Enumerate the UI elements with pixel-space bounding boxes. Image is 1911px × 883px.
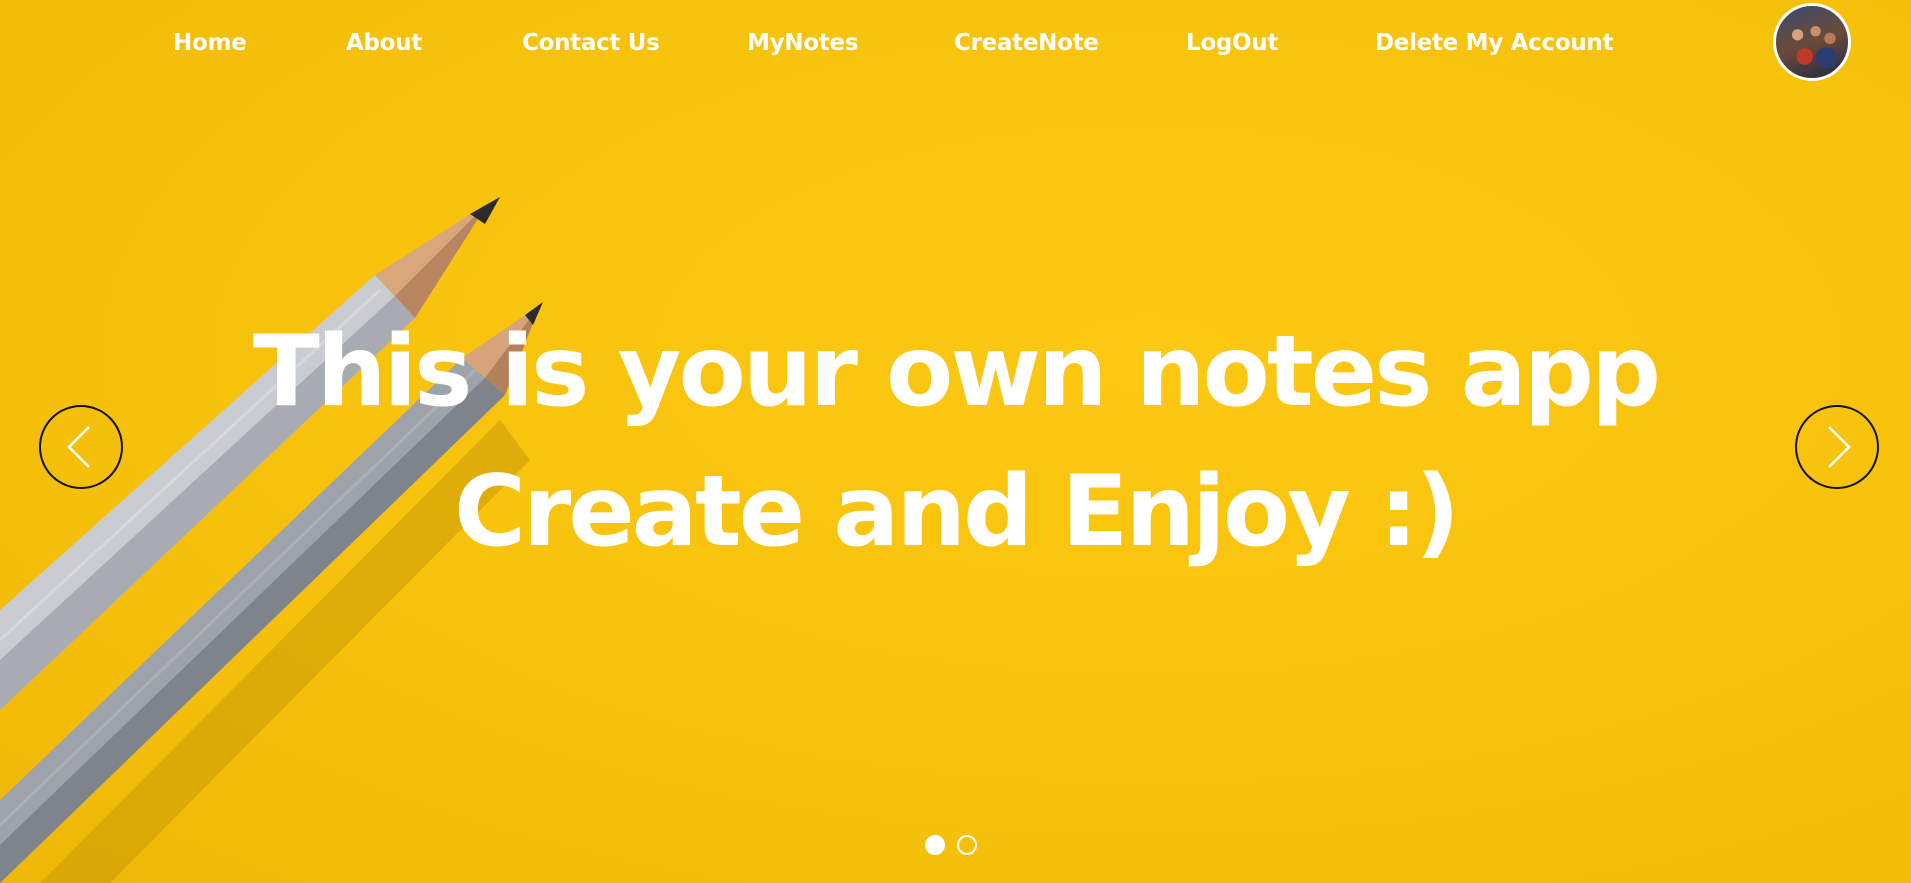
user-avatar[interactable] [1773, 3, 1851, 81]
hero-title: This is your own notes app [252, 315, 1661, 429]
carousel-indicator-1[interactable] [925, 835, 945, 855]
carousel-indicator-2[interactable] [957, 835, 977, 855]
carousel-next-button[interactable] [1795, 405, 1879, 489]
chevron-left-icon [67, 426, 90, 468]
pencils-image [0, 197, 543, 883]
nav-delete-account-link[interactable]: Delete My Account [1375, 30, 1613, 56]
nav-mynotes-link[interactable]: MyNotes [747, 30, 858, 56]
carousel-prev-button[interactable] [39, 405, 123, 489]
hero-subtitle: Create and Enjoy :) [453, 455, 1460, 569]
top-navbar: Home About Contact Us MyNotes CreateNote… [0, 0, 1911, 90]
nav-createnote-link[interactable]: CreateNote [954, 30, 1099, 56]
nav-logout-link[interactable]: LogOut [1186, 30, 1278, 56]
nav-home-link[interactable]: Home [173, 30, 247, 56]
chevron-right-icon [1828, 426, 1851, 468]
nav-about-link[interactable]: About [346, 30, 422, 56]
nav-contact-us-link[interactable]: Contact Us [522, 30, 660, 56]
hero-carousel: Home About Contact Us MyNotes CreateNote… [0, 0, 1911, 883]
